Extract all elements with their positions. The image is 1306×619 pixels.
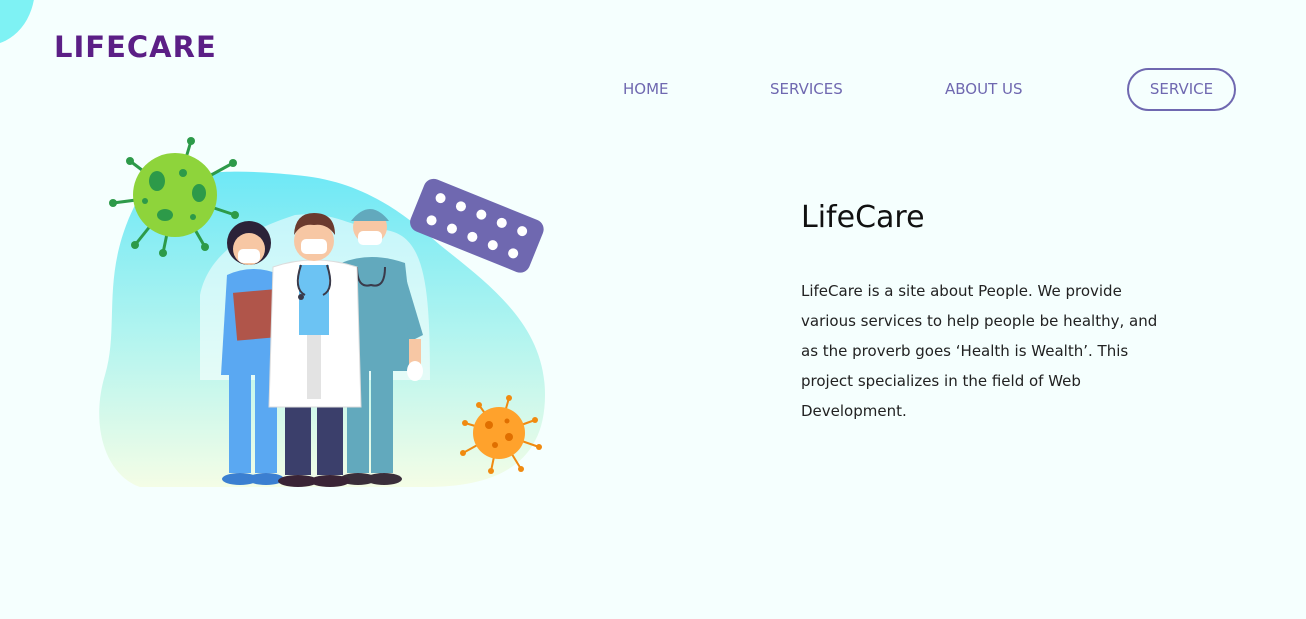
nav-item-services[interactable]: SERVICES [770, 68, 843, 111]
hero-description: LifeCare is a site about People. We prov… [801, 282, 1158, 420]
main-nav: HOME SERVICES ABOUT US SERVICE [0, 68, 1306, 111]
nav-item-about-us[interactable]: ABOUT US [945, 68, 1023, 111]
medical-staff-illustration [95, 135, 555, 495]
site-logo[interactable]: LIFECARE [54, 33, 217, 62]
corner-decoration [0, 0, 35, 45]
service-button[interactable]: SERVICE [1127, 68, 1236, 111]
hero-title: LifeCare [801, 200, 925, 235]
nav-item-home[interactable]: HOME [623, 68, 669, 111]
